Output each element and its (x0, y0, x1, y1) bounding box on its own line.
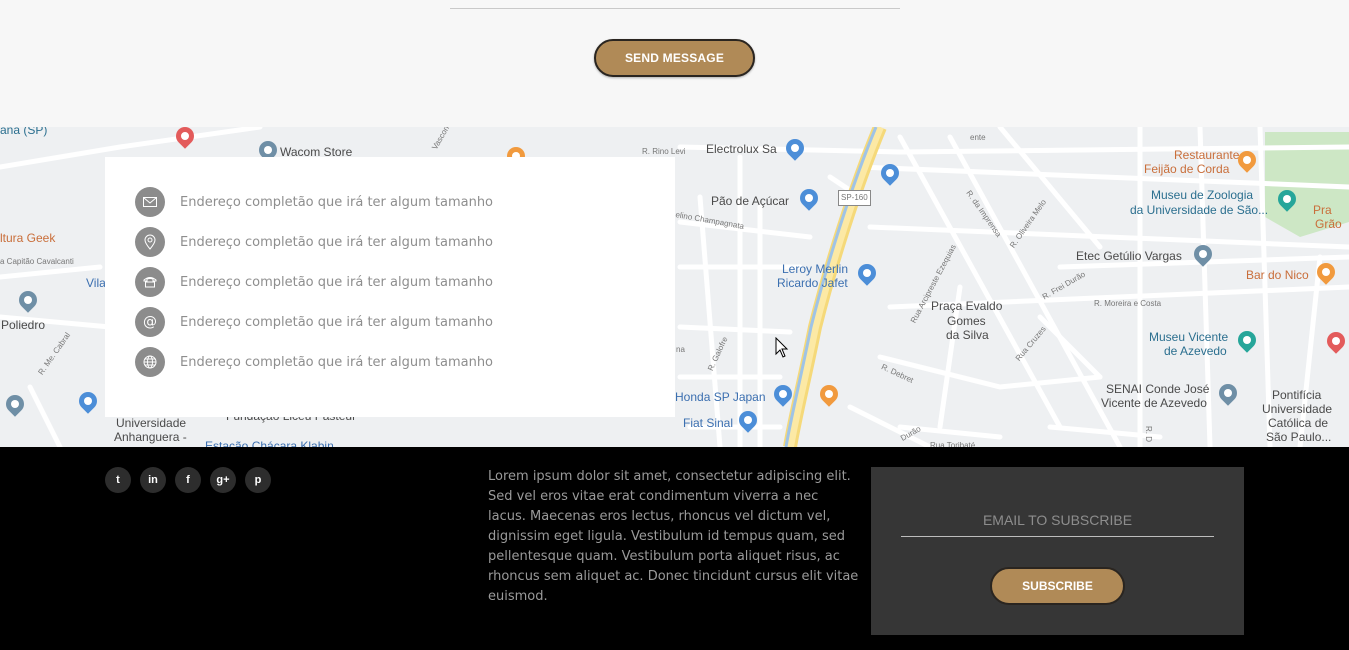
map-label: da Silva (946, 328, 989, 342)
email-subscribe-input[interactable] (901, 503, 1214, 537)
send-message-button[interactable]: SEND MESSAGE (594, 39, 755, 77)
map-label: Poliedro (1, 318, 46, 332)
map-label: SP-160 (838, 190, 871, 206)
map-label: Praça Evaldo (931, 299, 1003, 313)
map-label: São Paulo... (1266, 430, 1332, 444)
envelope-icon (135, 187, 165, 217)
footer-about-text: Lorem ipsum dolor sit amet, consectetur … (488, 469, 859, 604)
map-label: Gomes (947, 314, 986, 328)
twitter-icon[interactable]: t (105, 467, 131, 493)
subscribe-box: SUBSCRIBE (871, 467, 1244, 635)
map-label: Universidade (1262, 402, 1333, 416)
map-label: de Azevedo (1164, 344, 1227, 358)
map-label: Universidade (116, 416, 187, 430)
contact-info-row: @ Endereço completão que irá ter algum t… (135, 307, 493, 337)
map-label: Ricardo Jafet (777, 276, 848, 290)
map-label: Museu de Zoologia (1151, 188, 1254, 202)
contact-info-row: Endereço completão que irá ter algum tam… (135, 267, 493, 297)
map-label: SENAI Conde José (1106, 382, 1210, 396)
contact-info-card: Endereço completão que irá ter algum tam… (105, 157, 675, 417)
subscribe-button[interactable]: SUBSCRIBE (990, 567, 1125, 605)
map-label: Anhanguera - (114, 430, 187, 444)
map-label: ente (970, 133, 986, 142)
facebook-icon[interactable]: f (175, 467, 201, 493)
map-label: Pontifícia (1272, 388, 1322, 402)
map-label: Vicente de Azevedo (1101, 396, 1207, 410)
mouse-cursor-icon (775, 337, 789, 358)
map-label: Fiat Sinal (683, 416, 734, 430)
pinterest-icon[interactable]: p (245, 467, 271, 493)
contact-info-text: Endereço completão que irá ter algum tam… (180, 274, 494, 290)
at-icon: @ (135, 307, 165, 337)
contact-info-row: Endereço completão que irá ter algum tam… (135, 227, 493, 257)
contact-info-row: Endereço completão que irá ter algum tam… (135, 187, 493, 217)
map-label: Rua Toribaté (930, 441, 976, 447)
map-label: Museu Vicente (1149, 330, 1229, 344)
map-label: Etec Getúlio Vargas (1076, 249, 1182, 263)
map-label: R. D (1144, 426, 1153, 442)
contact-info-text: Endereço completão que irá ter algum tam… (180, 194, 494, 210)
social-links: t in f g+ p (105, 467, 271, 493)
map-label: Vila (86, 276, 106, 290)
linkedin-icon[interactable]: in (140, 467, 166, 493)
map-label: na (676, 345, 685, 354)
map-label: a Capitão Cavalcanti (0, 257, 74, 266)
map-label: Estação Chácara Klabin (205, 439, 334, 447)
contact-info-row: Endereço completão que irá ter algum tam… (135, 347, 493, 377)
contact-info-text: Endereço completão que irá ter algum tam… (180, 354, 494, 370)
message-field-underline[interactable] (450, 8, 900, 9)
map-label: Bar do Nico (1246, 268, 1309, 282)
map-label: Feijão de Corda (1144, 162, 1230, 176)
map-label: Honda SP Japan (675, 390, 766, 404)
contact-info-text: Endereço completão que irá ter algum tam… (180, 234, 494, 250)
map-label: Pra (1313, 203, 1332, 217)
footer: t in f g+ p Lorem ipsum dolor sit amet, … (0, 447, 1349, 650)
map-label: Leroy Merlin (782, 262, 849, 276)
globe-icon (135, 347, 165, 377)
contact-info-text: Endereço completão que irá ter algum tam… (180, 314, 494, 330)
map-label: Católica de (1268, 416, 1329, 430)
map-label: da Universidade de São... (1130, 203, 1269, 217)
map-label: Electrolux Sa (706, 142, 777, 156)
google-plus-icon[interactable]: g+ (210, 467, 236, 493)
phone-icon (135, 267, 165, 297)
map-pin-icon (135, 227, 165, 257)
map-label: Pão de Açúcar (711, 194, 790, 208)
contact-form-section: SEND MESSAGE (0, 0, 1349, 127)
map-label: Restaurante (1174, 148, 1240, 162)
map-label: ana (SP) (0, 127, 48, 137)
map-label: Grão (1315, 217, 1342, 231)
map-label: R. Moreira e Costa (1094, 299, 1162, 308)
map-label: ltura Geek (0, 231, 56, 245)
